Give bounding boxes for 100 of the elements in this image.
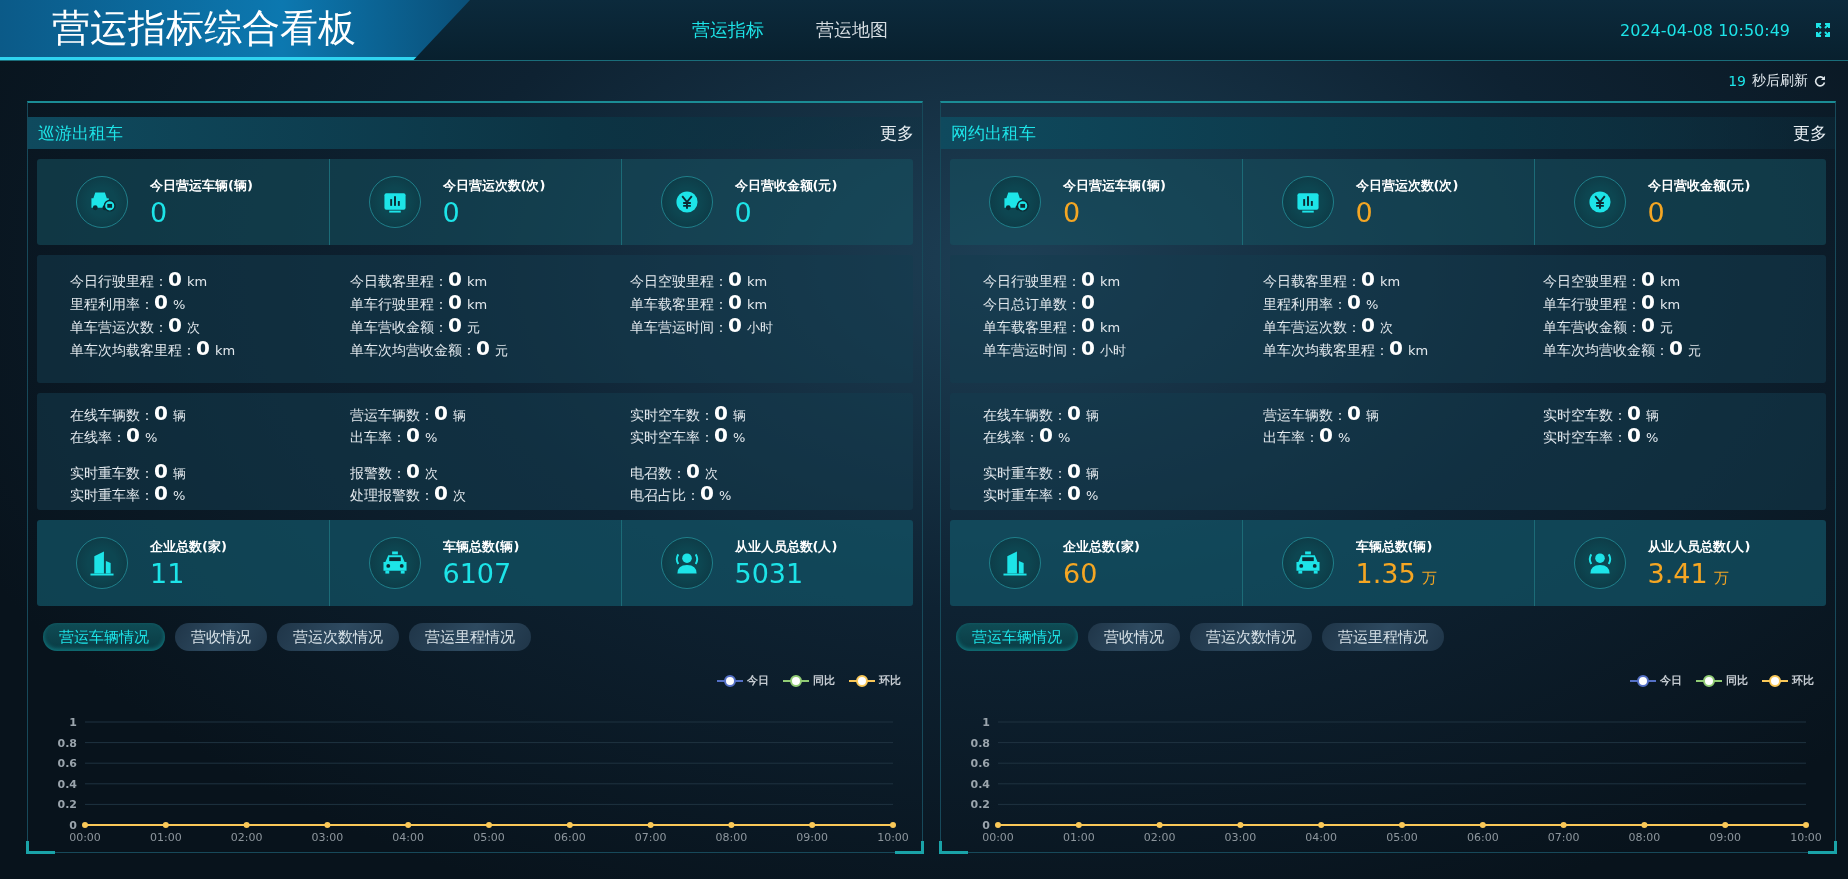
metric-label: 单车载客里程：: [630, 296, 728, 314]
car-icon: [989, 176, 1041, 228]
legend-label[interactable]: 环比: [1792, 673, 1814, 688]
metric-unit: 元: [466, 319, 480, 337]
stat-label: 今日营运车辆(辆): [1063, 176, 1167, 195]
x-tick-label: 06:00: [1466, 831, 1499, 844]
metric-value: 0: [1081, 336, 1095, 360]
countdown-number: 19: [1728, 73, 1746, 89]
refresh-label: 秒后刷新: [1752, 72, 1808, 90]
metric-unit: 元: [1659, 319, 1673, 337]
stat-label: 今日营运次数(次): [1355, 176, 1460, 195]
metric-value: 0: [406, 459, 420, 483]
chart-tab[interactable]: 营收情况: [175, 623, 267, 651]
metric-value: 0: [448, 290, 462, 314]
metric-value: 0: [1319, 423, 1333, 447]
metric-label: 实时空车数：: [630, 407, 714, 425]
metric-unit: %: [1365, 297, 1379, 312]
x-tick-label: 07:00: [1547, 831, 1580, 844]
metric-label: 单车载客里程：: [983, 319, 1081, 337]
metric-unit: km: [214, 343, 236, 358]
chart-tab[interactable]: 营运车辆情况: [956, 623, 1078, 651]
metric-unit: 辆: [732, 407, 746, 425]
stat-value: 6107: [442, 557, 512, 589]
metric-unit: km: [1659, 297, 1681, 312]
metric-label: 今日空驶里程：: [630, 273, 728, 291]
stat-value: 1.35: [1355, 557, 1416, 589]
chart-tab[interactable]: 营运里程情况: [409, 623, 531, 651]
chart-tab[interactable]: 营运次数情况: [1190, 623, 1312, 651]
metric-label: 实时空车率：: [1543, 429, 1627, 447]
metric-label: 电召数：: [630, 465, 686, 483]
corner-bracket: [895, 841, 924, 854]
metric-label: 实时空车率：: [630, 429, 714, 447]
y-tick-label: 0.4: [970, 777, 990, 791]
nav-tab[interactable]: 营运指标: [692, 14, 764, 46]
x-tick-label: 01:00: [149, 831, 182, 844]
chart-tab[interactable]: 营运里程情况: [1322, 623, 1444, 651]
legend-marker-icon: [783, 673, 809, 688]
metric-unit: 小时: [1099, 342, 1126, 360]
metric-label: 报警数：: [350, 465, 406, 483]
metric-label: 今日载客里程：: [350, 273, 448, 291]
metric-value: 0: [154, 401, 168, 425]
nav-tab[interactable]: 营运地图: [816, 14, 888, 46]
x-tick-label: 09:00: [1709, 831, 1742, 844]
metric-label: 单车行驶里程：: [350, 296, 448, 314]
chart-tab[interactable]: 营收情况: [1088, 623, 1180, 651]
metric-unit: 元: [1687, 342, 1701, 360]
stat-unit: 万: [1421, 568, 1437, 588]
corner-bracket: [939, 841, 968, 854]
more-link[interactable]: 更多: [876, 121, 918, 145]
legend-label[interactable]: 今日: [1660, 673, 1682, 688]
metric-unit: %: [718, 488, 732, 503]
legend-label[interactable]: 同比: [1726, 673, 1748, 688]
dashboard-title: 营运指标综合看板: [0, 0, 470, 60]
legend-label[interactable]: 今日: [747, 673, 769, 688]
metric-unit: 元: [494, 342, 508, 360]
metric-label: 单车次均营收金额：: [1543, 342, 1669, 360]
metric-unit: km: [466, 274, 488, 289]
legend-marker-icon: [717, 673, 743, 688]
metric-unit: km: [1099, 274, 1121, 289]
y-tick-label: 0.2: [57, 798, 77, 812]
legend-label[interactable]: 同比: [813, 673, 835, 688]
metric-value: 0: [714, 401, 728, 425]
chart-tab[interactable]: 营运车辆情况: [43, 623, 165, 651]
y-tick-label: 0.6: [970, 757, 990, 771]
metric-value: 0: [728, 313, 742, 337]
metric-value: 0: [1627, 401, 1641, 425]
metric-label: 里程利用率：: [70, 296, 154, 314]
legend-label[interactable]: 环比: [879, 673, 901, 688]
x-tick-label: 08:00: [715, 831, 748, 844]
metric-value: 0: [434, 481, 448, 505]
metric-label: 实时重车率：: [70, 487, 154, 505]
metric-value: 0: [1627, 423, 1641, 447]
x-tick-label: 02:00: [1143, 831, 1176, 844]
fullscreen-icon[interactable]: [1816, 23, 1830, 37]
metric-unit: 次: [186, 319, 200, 337]
x-tick-label: 05:00: [1386, 831, 1418, 844]
x-tick-label: 03:00: [1224, 831, 1257, 844]
metric-unit: 辆: [1645, 407, 1659, 425]
metric-unit: 辆: [1085, 407, 1099, 425]
metric-unit: %: [1057, 430, 1071, 445]
metric-unit: km: [746, 274, 768, 289]
stat-value: 0: [1063, 196, 1081, 228]
metric-value: 0: [1081, 313, 1095, 337]
metric-value: 0: [1067, 481, 1081, 505]
x-tick-label: 08:00: [1628, 831, 1661, 844]
stat-value: 0: [1647, 196, 1665, 228]
metric-value: 0: [1641, 267, 1655, 291]
metric-value: 0: [1347, 290, 1361, 314]
more-link[interactable]: 更多: [1789, 121, 1831, 145]
metric-label: 单车次均营收金额：: [350, 342, 476, 360]
chart-tab[interactable]: 营运次数情况: [277, 623, 399, 651]
metric-value: 0: [168, 267, 182, 291]
metric-value: 0: [1347, 401, 1361, 425]
stat-label: 企业总数(家): [1063, 537, 1141, 556]
legend-marker-icon: [849, 673, 875, 688]
stat-label: 今日营运车辆(辆): [150, 176, 254, 195]
stat-value: 3.41: [1647, 557, 1708, 589]
refresh-icon[interactable]: [1814, 75, 1826, 87]
metric-unit: %: [732, 430, 746, 445]
metric-label: 在线率：: [983, 429, 1039, 447]
